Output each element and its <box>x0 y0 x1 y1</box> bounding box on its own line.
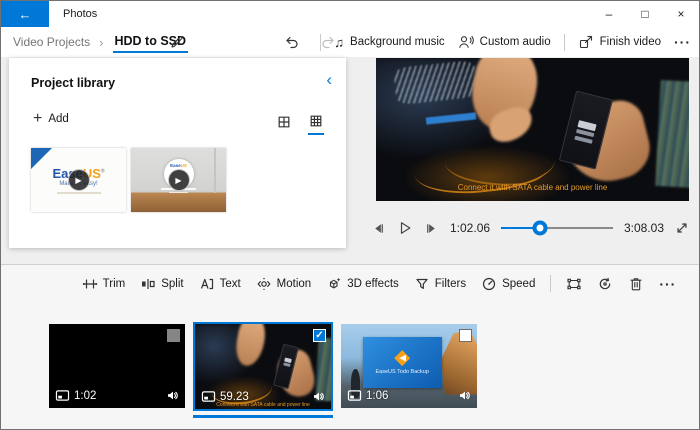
previous-frame-button[interactable] <box>371 221 386 236</box>
card-brand-text: EaseUS Todo Backup <box>375 369 428 375</box>
total-time: 3:08.03 <box>624 221 664 235</box>
previous-frame-icon <box>371 221 386 236</box>
brand-text-blue: Ease <box>170 163 181 168</box>
desk-scene: EaseUS ▶ <box>131 148 226 212</box>
chevron-right-icon: › <box>99 35 103 50</box>
maximize-button[interactable]: □ <box>627 1 663 27</box>
current-time: 1:02.06 <box>450 221 490 235</box>
background-music-label: Background music <box>350 36 445 48</box>
expand-icon <box>675 221 689 235</box>
breadcrumb-video-projects[interactable]: Video Projects <box>13 35 90 49</box>
play-button[interactable] <box>397 220 413 236</box>
seek-slider[interactable] <box>501 227 613 229</box>
clip-checkbox[interactable] <box>459 329 472 342</box>
brand-text-orange: US <box>181 163 187 168</box>
fine-print-bar <box>57 192 101 194</box>
divider <box>320 34 321 51</box>
next-frame-button[interactable] <box>424 221 439 236</box>
wall-edge <box>214 148 216 193</box>
video-clip-icon <box>55 389 70 402</box>
seek-slider-thumb[interactable] <box>533 221 548 236</box>
easeus-diamond-logo <box>394 350 410 366</box>
grid-small-icon <box>309 114 323 128</box>
rename-project-button[interactable] <box>169 34 185 50</box>
small-grid-view-button[interactable] <box>308 112 324 135</box>
easeus-todo-card: EaseUS Todo Backup <box>363 337 442 387</box>
clip-duration: 1:02 <box>55 389 96 402</box>
library-thumbnail-easeus-intro[interactable]: EaseUS® Make … easy! ▶ <box>31 148 126 212</box>
video-caption: Connect it with SATA cable and power lin… <box>376 183 689 192</box>
clip-caption: Connect it with SATA cable and power lin… <box>197 402 329 408</box>
clip-checkbox-checked[interactable]: ✓ <box>313 329 326 342</box>
see-more-button[interactable]: ··· <box>674 34 691 50</box>
music-note-icon: ♫ <box>334 35 344 50</box>
fine-print-bar <box>169 192 188 194</box>
playback-controls: 1:02.06 3:08.03 <box>371 212 689 244</box>
registered-mark: ® <box>101 168 105 174</box>
clip-duration: 1:06 <box>347 389 388 402</box>
main-area: Project library ‹ + Add EaseUS ® <box>1 57 699 264</box>
clip-duration-text: 1:06 <box>366 390 388 402</box>
corner-fold <box>31 148 52 169</box>
video-preview[interactable]: Connect it with SATA cable and power lin… <box>376 58 689 201</box>
command-bar-right: ♫ Background music Custom audio Finish v… <box>320 27 691 57</box>
breadcrumb: Video Projects › HDD to SSD <box>13 27 188 57</box>
custom-audio-button[interactable]: Custom audio <box>458 34 551 50</box>
project-library-title: Project library <box>31 76 115 90</box>
speaker-icon[interactable] <box>166 389 179 402</box>
grid-large-icon <box>277 115 291 129</box>
project-library-panel: Project library ‹ + Add EaseUS ® <box>9 58 346 248</box>
finish-video-label: Finish video <box>600 36 661 48</box>
clip-duration-text: 59.23 <box>220 391 249 403</box>
undo-button[interactable] <box>283 34 299 50</box>
storyboard-clip-1[interactable]: 1:02 <box>49 324 185 408</box>
next-frame-icon <box>424 221 439 236</box>
person-voice-icon <box>458 34 474 50</box>
background-music-button[interactable]: ♫ Background music <box>334 35 444 50</box>
preview-frame: Connect it with SATA cable and power lin… <box>376 58 689 201</box>
scene-sleeve <box>655 80 689 188</box>
view-toggles <box>276 112 324 135</box>
export-icon <box>578 34 594 50</box>
selected-clip-indicator <box>193 415 333 418</box>
command-bar: Video Projects › HDD to SSD ♫ Background… <box>1 27 699 57</box>
fullscreen-button[interactable] <box>675 221 689 235</box>
speaker-icon[interactable] <box>458 389 471 402</box>
storyboard-clip-2-selected[interactable]: ✓ 59.23 Connect it with SATA cable and p… <box>193 322 333 411</box>
play-overlay-icon: ▶ <box>168 169 190 191</box>
titlebar: ← Photos – □ × <box>1 1 699 27</box>
add-media-button[interactable]: + Add <box>33 110 69 128</box>
custom-audio-label: Custom audio <box>480 36 551 48</box>
storyboard-section: Trim Split Text Motion 3D effects Filter… <box>1 264 699 430</box>
back-button[interactable]: ← <box>1 1 49 27</box>
window-controls: – □ × <box>591 1 699 27</box>
pencil-icon <box>169 34 185 50</box>
large-grid-view-button[interactable] <box>276 112 292 135</box>
divider <box>564 34 565 51</box>
collapse-panel-button[interactable]: ‹ <box>326 70 332 90</box>
plus-icon: + <box>33 110 42 128</box>
undo-icon <box>283 34 299 50</box>
add-label: Add <box>48 113 68 125</box>
photos-app-window: ← Photos – □ × Video Projects › HDD to S… <box>0 0 700 430</box>
ellipsis-icon: ··· <box>674 34 691 50</box>
play-overlay-icon: ▶ <box>68 169 90 191</box>
close-button[interactable]: × <box>663 1 699 27</box>
clip-duration-text: 1:02 <box>74 390 96 402</box>
video-clip-icon <box>347 389 362 402</box>
easeus-intro-slide: EaseUS® Make … easy! ▶ <box>31 148 126 212</box>
storyboard-clip-3[interactable]: EaseUS Todo Backup 1:06 <box>341 324 477 408</box>
play-icon <box>397 220 413 236</box>
clip-checkbox[interactable] <box>167 329 180 342</box>
app-title: Photos <box>63 8 97 20</box>
minimize-button[interactable]: – <box>591 1 627 27</box>
library-thumbnail-desk-scene[interactable]: EaseUS ▶ <box>131 148 226 212</box>
storyboard: 1:02 ✓ 59.23 <box>1 265 699 430</box>
finish-video-button[interactable]: Finish video <box>578 34 661 50</box>
